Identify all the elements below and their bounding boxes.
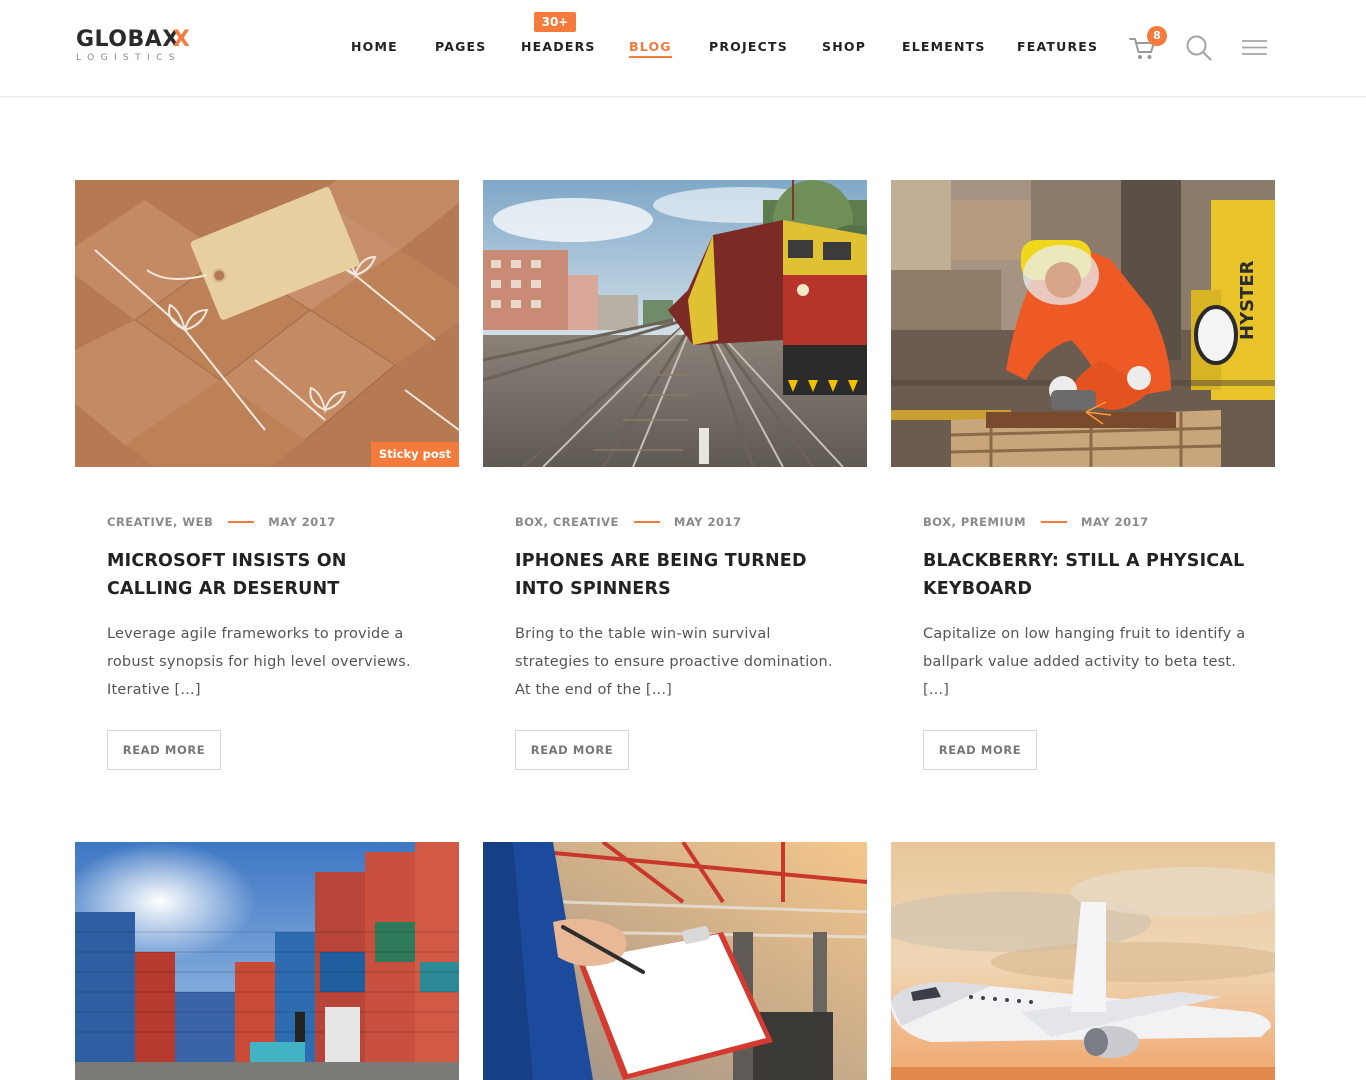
nav-item-home[interactable]: HOME bbox=[351, 39, 398, 55]
post-title[interactable]: BLACKBERRY: STILL A PHYSICAL KEYBOARD bbox=[923, 547, 1253, 603]
read-more-button[interactable]: READ MORE bbox=[923, 730, 1037, 770]
post-body: BOX, CREATIVE MAY 2017 IPHONES ARE BEING … bbox=[515, 514, 845, 770]
post-meta: CREATIVE, WEB MAY 2017 bbox=[107, 514, 437, 530]
post-image-parcels[interactable]: Sticky post bbox=[75, 180, 459, 467]
post-date[interactable]: MAY 2017 bbox=[268, 515, 336, 529]
headers-count-badge: 30+ bbox=[534, 12, 576, 32]
blog-post-card: HYSTER BOX, PREMIUM MAY 2017 BLACKBERRY:… bbox=[891, 180, 1275, 770]
post-date[interactable]: MAY 2017 bbox=[1081, 515, 1149, 529]
post-title[interactable]: MICROSOFT INSISTS ON CALLING AR DESERUNT bbox=[107, 547, 437, 603]
nav-item-elements[interactable]: ELEMENTS bbox=[902, 39, 986, 55]
cart-count-badge: 8 bbox=[1147, 26, 1167, 46]
post-categories[interactable]: CREATIVE, WEB bbox=[107, 515, 213, 529]
post-meta: BOX, CREATIVE MAY 2017 bbox=[515, 514, 845, 530]
nav-item-features[interactable]: FEATURES bbox=[1017, 39, 1098, 55]
post-excerpt: Capitalize on low hanging fruit to ident… bbox=[923, 626, 1246, 698]
post-image-airplane[interactable] bbox=[891, 842, 1275, 1080]
hamburger-menu-icon[interactable] bbox=[1241, 37, 1269, 59]
logo-wordmark: GLOBAXX bbox=[76, 27, 191, 52]
svg-text:HYSTER: HYSTER bbox=[1237, 260, 1258, 340]
blog-post-card: BOX, CREATIVE MAY 2017 IPHONES ARE BEING … bbox=[483, 180, 867, 770]
post-image-clipboard[interactable] bbox=[483, 842, 867, 1080]
meta-separator bbox=[1041, 520, 1068, 523]
post-image-train[interactable] bbox=[483, 180, 867, 467]
blog-post-card: Sticky post CREATIVE, WEB MAY 2017 MICROS… bbox=[75, 180, 459, 770]
nav-item-blog[interactable]: BLOG bbox=[629, 39, 672, 58]
nav-item-projects[interactable]: PROJECTS bbox=[709, 39, 788, 55]
post-body: CREATIVE, WEB MAY 2017 MICROSOFT INSISTS … bbox=[107, 514, 437, 770]
nav-item-headers[interactable]: HEADERS bbox=[521, 39, 596, 55]
sticky-post-badge: Sticky post bbox=[371, 442, 459, 467]
site-header: GLOBAXX LOGISTICS HOME PAGES HEADERS BLO… bbox=[0, 0, 1366, 97]
post-image-containers[interactable] bbox=[75, 842, 459, 1080]
post-excerpt: Bring to the table win-win survival stra… bbox=[515, 626, 833, 698]
post-title[interactable]: IPHONES ARE BEING TURNED INTO SPINNERS bbox=[515, 547, 845, 603]
read-more-button[interactable]: READ MORE bbox=[515, 730, 629, 770]
nav-item-pages[interactable]: PAGES bbox=[435, 39, 487, 55]
post-excerpt: Leverage agile frameworks to provide a r… bbox=[107, 626, 411, 698]
blog-post-card bbox=[891, 842, 1275, 1080]
search-icon[interactable] bbox=[1185, 34, 1213, 62]
post-categories[interactable]: BOX, PREMIUM bbox=[923, 515, 1026, 529]
post-categories[interactable]: BOX, CREATIVE bbox=[515, 515, 619, 529]
post-body: BOX, PREMIUM MAY 2017 BLACKBERRY: STILL A… bbox=[923, 514, 1253, 770]
blog-post-card bbox=[75, 842, 459, 1080]
post-date[interactable]: MAY 2017 bbox=[674, 515, 742, 529]
meta-separator bbox=[633, 520, 660, 523]
nav-item-shop[interactable]: SHOP bbox=[822, 39, 866, 55]
post-image-worker[interactable]: HYSTER bbox=[891, 180, 1275, 467]
site-logo[interactable]: GLOBAXX LOGISTICS bbox=[76, 28, 200, 68]
blog-post-card bbox=[483, 842, 867, 1080]
logo-tagline: LOGISTICS bbox=[76, 53, 181, 63]
read-more-button[interactable]: READ MORE bbox=[107, 730, 221, 770]
meta-separator bbox=[228, 520, 255, 523]
post-meta: BOX, PREMIUM MAY 2017 bbox=[923, 514, 1253, 530]
